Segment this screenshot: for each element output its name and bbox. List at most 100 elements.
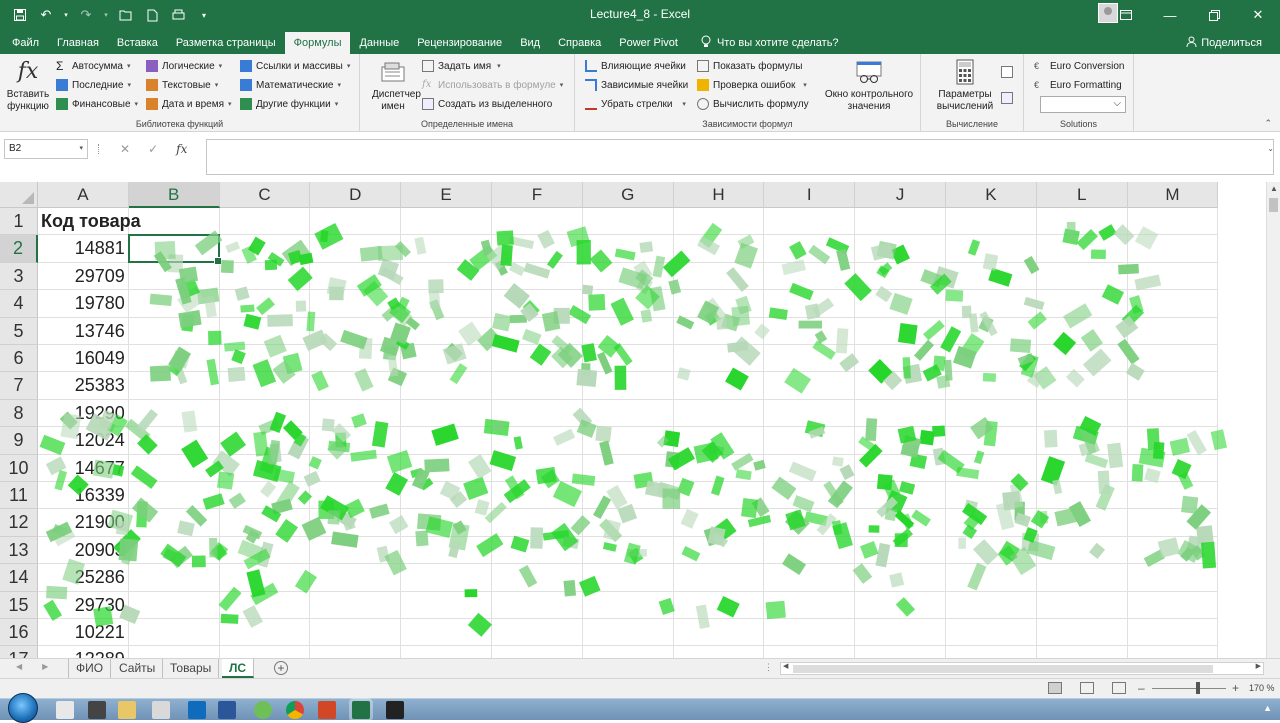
cell-j13[interactable]: [855, 536, 946, 565]
ribbon-display-options-icon[interactable]: [1104, 0, 1148, 30]
cell-j15[interactable]: [855, 591, 946, 619]
cell-k2[interactable]: [946, 235, 1037, 263]
cell-l2[interactable]: [1036, 235, 1128, 263]
tab-review[interactable]: Рецензирование: [408, 32, 511, 54]
cell-b9[interactable]: [128, 427, 220, 455]
cell-a17[interactable]: 12289: [38, 646, 129, 658]
cell-e13[interactable]: [401, 536, 492, 565]
cell-b11[interactable]: [128, 482, 220, 510]
row-header-15[interactable]: 15: [0, 591, 38, 619]
cell-h6[interactable]: [673, 345, 765, 373]
cell-l16[interactable]: [1036, 619, 1128, 647]
cell-f16[interactable]: [492, 619, 583, 647]
cell-g12[interactable]: [582, 509, 674, 537]
row-header-5[interactable]: 5: [0, 317, 38, 345]
cell-c16[interactable]: [219, 619, 311, 647]
cell-m14[interactable]: [1127, 564, 1219, 592]
define-name-button[interactable]: Задать имя ▾: [422, 57, 501, 75]
row-header-10[interactable]: 10: [0, 454, 38, 482]
cell-m17[interactable]: [1128, 646, 1219, 658]
cell-b3[interactable]: [128, 262, 220, 291]
cell-a1-header[interactable]: Код товара: [38, 208, 141, 236]
logical-button[interactable]: Логические ▾: [146, 57, 222, 75]
financial-button[interactable]: Финансовые ▾: [56, 95, 138, 113]
cell-l8[interactable]: [1036, 399, 1128, 428]
tab-formulas[interactable]: Формулы: [284, 32, 351, 54]
cell-c6[interactable]: [219, 345, 311, 373]
cell-l7[interactable]: [1036, 372, 1128, 400]
cell-j9[interactable]: [855, 427, 946, 455]
lookup-reference-button[interactable]: Ссылки и массивы ▾: [240, 57, 350, 75]
cancel-icon[interactable]: ✕: [120, 142, 130, 156]
cell-l13[interactable]: [1036, 536, 1128, 565]
cell-e17[interactable]: [401, 646, 492, 658]
cell-i16[interactable]: [764, 619, 856, 647]
cell-k10[interactable]: [946, 454, 1037, 482]
cell-g2[interactable]: [582, 235, 674, 263]
share-button[interactable]: Поделиться: [1186, 36, 1262, 50]
math-trig-button[interactable]: Математические ▾: [240, 76, 341, 94]
cell-d6[interactable]: [310, 345, 402, 373]
cell-k14[interactable]: [946, 564, 1037, 592]
row-header-3[interactable]: 3: [0, 262, 38, 291]
text-button[interactable]: Текстовые ▾: [146, 76, 218, 94]
cell-c3[interactable]: [219, 262, 311, 291]
network-icon[interactable]: [254, 701, 272, 719]
cell-d1[interactable]: [310, 208, 402, 236]
cell-e9[interactable]: [401, 427, 492, 455]
cell-d11[interactable]: [310, 482, 402, 510]
undo-dropdown-icon[interactable]: ▾: [62, 5, 70, 25]
cell-c8[interactable]: [219, 399, 311, 428]
zoom-slider[interactable]: [1152, 688, 1226, 689]
cell-c1[interactable]: [219, 208, 311, 236]
cell-f14[interactable]: [492, 564, 583, 592]
cell-m12[interactable]: [1127, 509, 1219, 537]
name-manager-button[interactable]: Диспетчер имен: [366, 58, 421, 113]
cell-i11[interactable]: [764, 482, 856, 510]
cell-l17[interactable]: [1037, 646, 1128, 658]
cell-f10[interactable]: [492, 454, 583, 482]
page-layout-view-icon[interactable]: [1080, 682, 1094, 694]
cell-i15[interactable]: [764, 591, 856, 619]
cell-c17[interactable]: [220, 646, 311, 658]
cell-j10[interactable]: [855, 454, 946, 482]
cell-d2[interactable]: [310, 235, 402, 263]
cell-h8[interactable]: [673, 399, 765, 428]
cell-a16[interactable]: 10221: [38, 619, 129, 647]
formula-input[interactable]: [206, 139, 1274, 175]
add-sheet-button[interactable]: +: [274, 661, 288, 675]
calculation-options-button[interactable]: Параметры вычислений: [927, 58, 1003, 113]
cell-j5[interactable]: [855, 317, 946, 345]
show-hidden-icons[interactable]: ▲: [1263, 703, 1272, 713]
restore-icon[interactable]: [1192, 0, 1236, 30]
cell-g11[interactable]: [582, 482, 674, 510]
collapse-ribbon-icon[interactable]: ⌃: [1264, 118, 1272, 129]
column-header-c[interactable]: C: [219, 182, 311, 208]
cell-i8[interactable]: [764, 399, 856, 428]
cell-a7[interactable]: 25383: [38, 372, 129, 400]
cell-g1[interactable]: [582, 208, 674, 236]
cell-i2[interactable]: [764, 235, 856, 263]
insert-function-button[interactable]: fx Вставить функцию: [4, 58, 52, 113]
tab-split-handle-icon[interactable]: ⋮: [764, 662, 773, 673]
cell-f8[interactable]: [492, 399, 583, 428]
cell-j4[interactable]: [855, 290, 946, 318]
row-header-13[interactable]: 13: [0, 536, 38, 565]
cell-b15[interactable]: [128, 591, 220, 619]
cell-a5[interactable]: 13746: [38, 317, 129, 345]
insert-function-icon[interactable]: fx: [176, 142, 187, 156]
next-sheet-icon[interactable]: ▶: [42, 662, 48, 671]
row-header-16[interactable]: 16: [0, 619, 38, 647]
cell-g8[interactable]: [582, 399, 674, 428]
cell-a10[interactable]: 14677: [38, 454, 129, 482]
page-break-view-icon[interactable]: [1112, 682, 1126, 694]
cell-i4[interactable]: [764, 290, 856, 318]
cell-g9[interactable]: [582, 427, 674, 455]
cell-h10[interactable]: [673, 454, 765, 482]
autosum-button[interactable]: Σ Автосумма ▾: [56, 57, 131, 75]
tab-data[interactable]: Данные: [350, 32, 408, 54]
cell-g14[interactable]: [582, 564, 674, 592]
cell-d8[interactable]: [310, 399, 402, 428]
cell-d4[interactable]: [310, 290, 402, 318]
cell-l1[interactable]: [1036, 208, 1128, 236]
